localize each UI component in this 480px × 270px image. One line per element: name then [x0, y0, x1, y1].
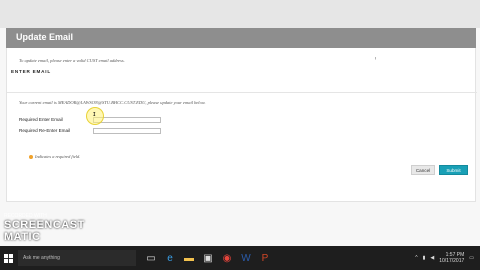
- dialog-header: Update Email: [6, 28, 476, 48]
- windows-start-icon[interactable]: [0, 246, 16, 270]
- chevron-up-icon[interactable]: ^: [415, 255, 417, 261]
- notifications-icon[interactable]: ▭: [469, 255, 474, 261]
- taskbar-search[interactable]: Ask me anything: [18, 250, 136, 266]
- mouse-cursor-icon: ɪ: [93, 111, 96, 118]
- task-view-icon[interactable]: ▭: [144, 251, 158, 265]
- clock-date: 10/17/2017: [439, 258, 465, 264]
- clock[interactable]: 1:57 PM 10/17/2017: [439, 252, 464, 264]
- chrome-icon[interactable]: ◉: [220, 251, 234, 265]
- enter-email-label: Required Enter Email: [19, 117, 63, 122]
- edge-icon[interactable]: e: [163, 251, 177, 265]
- browser-top-strip: [0, 0, 480, 28]
- taskbar: Ask me anything ▭ e ▬ ▣ ◉ W P ^ ▮ ◀ 1:57…: [0, 246, 480, 270]
- reenter-email-label: Required Re-Enter Email: [19, 128, 71, 133]
- section-label: ENTER EMAIL: [11, 69, 51, 74]
- powerpoint-icon[interactable]: P: [258, 251, 272, 265]
- current-email-text: Your current email is MEADOR@LAWSON@STU.…: [19, 100, 206, 105]
- screen: Update Email To update email, please ent…: [0, 0, 480, 270]
- volume-icon[interactable]: ◀: [430, 255, 434, 261]
- store-icon[interactable]: ▣: [201, 251, 215, 265]
- system-tray: ^ ▮ ◀ 1:57 PM 10/17/2017 ▭: [415, 252, 480, 264]
- dialog-panel: To update email, please enter a valid CU…: [6, 48, 477, 202]
- watermark-line1: RECORDED WITH: [4, 213, 47, 219]
- search-placeholder: Ask me anything: [23, 255, 60, 261]
- screencast-watermark: RECORDED WITH SCREENCAST MATIC: [4, 213, 114, 246]
- word-icon[interactable]: W: [239, 251, 253, 265]
- cancel-button[interactable]: Cancel: [411, 165, 435, 175]
- divider: [7, 92, 477, 93]
- file-explorer-icon[interactable]: ▬: [182, 251, 196, 265]
- network-icon[interactable]: ▮: [423, 255, 426, 261]
- required-note: Indicates a required field.: [35, 154, 81, 159]
- dialog-title: Update Email: [16, 32, 74, 42]
- taskbar-apps: ▭ e ▬ ▣ ◉ W P: [144, 251, 272, 265]
- reenter-email-input[interactable]: [93, 128, 161, 134]
- submit-button[interactable]: Submit: [439, 165, 468, 175]
- watermark-brand: SCREENCAST: [4, 219, 85, 231]
- watermark-brand-suffix: MATIC: [4, 231, 41, 243]
- text-cursor-icon: ᶦ: [375, 57, 376, 63]
- required-indicator-icon: [29, 155, 33, 159]
- instructions-text: To update email, please enter a valid CU…: [19, 58, 125, 63]
- watermark-line2: SCREENCAST MATIC: [4, 219, 114, 243]
